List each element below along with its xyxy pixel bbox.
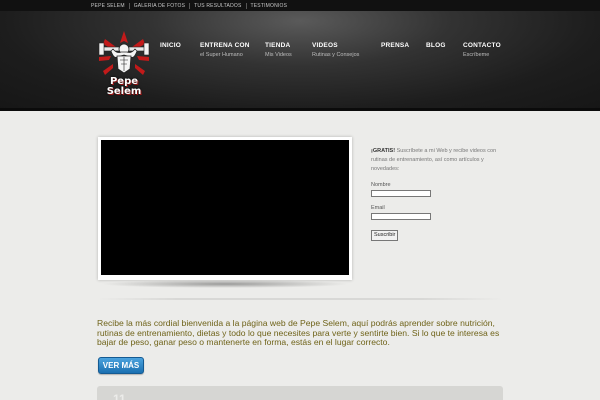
logo-line-2: Selem: [106, 86, 142, 97]
top-link-testimonios[interactable]: TESTIMONIOS: [251, 3, 288, 9]
nav-sublabel: el Super Humano: [200, 52, 243, 58]
video-shadow: [100, 280, 350, 288]
nav-label: INICIO: [160, 42, 182, 49]
signup-intro: ¡GRATIS! Suscríbete a mi Web y recibe vi…: [371, 147, 504, 174]
video-frame: [98, 137, 352, 280]
nav-sublabel: Escríbeme: [463, 52, 490, 58]
subscribe-button[interactable]: Suscribir: [371, 230, 399, 241]
main-nav: INICIO ENTRENA CON el Super Humano TIEND…: [0, 42, 600, 72]
nav-item-prensa[interactable]: PRENSA: [381, 42, 409, 49]
nav-label: VIDEOS: [312, 42, 338, 49]
video-player[interactable]: [101, 140, 349, 275]
top-link-pepe-selem[interactable]: PEPE SELEM: [91, 3, 125, 9]
email-label: Email: [371, 205, 385, 211]
signup-intro-bold: ¡GRATIS!: [371, 148, 396, 154]
ver-mas-button[interactable]: VER MÁS: [98, 357, 144, 374]
top-link-separator: [245, 2, 247, 9]
site-header: Pepe Selem INICIO ENTRENA CON el Super H…: [0, 11, 600, 111]
email-field[interactable]: [371, 213, 431, 220]
nav-label: CONTACTO: [463, 42, 501, 49]
nav-label: TIENDA: [265, 42, 291, 49]
nav-item-inicio[interactable]: INICIO: [160, 42, 181, 49]
nav-item-videos[interactable]: VIDEOS Rutinas y Consejos: [312, 42, 359, 58]
top-links: PEPE SELEM GALERIA DE FOTOS TUS RESULTAD…: [91, 0, 287, 11]
nav-item-entrena[interactable]: ENTRENA CON el Super Humano: [200, 42, 250, 58]
section-divider: [97, 298, 503, 300]
panel-number: 11: [113, 392, 126, 400]
welcome-text: Recibe la más cordial bienvenida a la pá…: [97, 318, 500, 347]
nav-sublabel: Mis Videos: [265, 52, 292, 58]
top-utility-bar: PEPE SELEM GALERIA DE FOTOS TUS RESULTAD…: [0, 0, 600, 11]
nav-item-contacto[interactable]: CONTACTO Escríbeme: [463, 42, 501, 58]
newsletter-signup: ¡GRATIS! Suscríbete a mi Web y recibe vi…: [371, 147, 504, 241]
top-link-separator: [128, 2, 130, 9]
top-link-resultados[interactable]: TUS RESULTADOS: [194, 3, 241, 9]
logo-wordmark: Pepe Selem: [97, 77, 151, 97]
name-field[interactable]: [371, 190, 431, 197]
nav-label: PRENSA: [381, 42, 410, 49]
bottom-panel: 11: [97, 386, 503, 400]
nav-sublabel: Rutinas y Consejos: [312, 52, 360, 58]
name-label: Nombre: [371, 182, 391, 188]
nav-item-blog[interactable]: BLOG: [426, 42, 446, 49]
nav-label: BLOG: [426, 42, 446, 49]
nav-item-tienda[interactable]: TIENDA Mis Videos: [265, 42, 292, 58]
top-link-separator: [189, 2, 191, 9]
top-link-galeria[interactable]: GALERIA DE FOTOS: [134, 3, 185, 9]
nav-label: ENTRENA CON: [200, 42, 250, 49]
